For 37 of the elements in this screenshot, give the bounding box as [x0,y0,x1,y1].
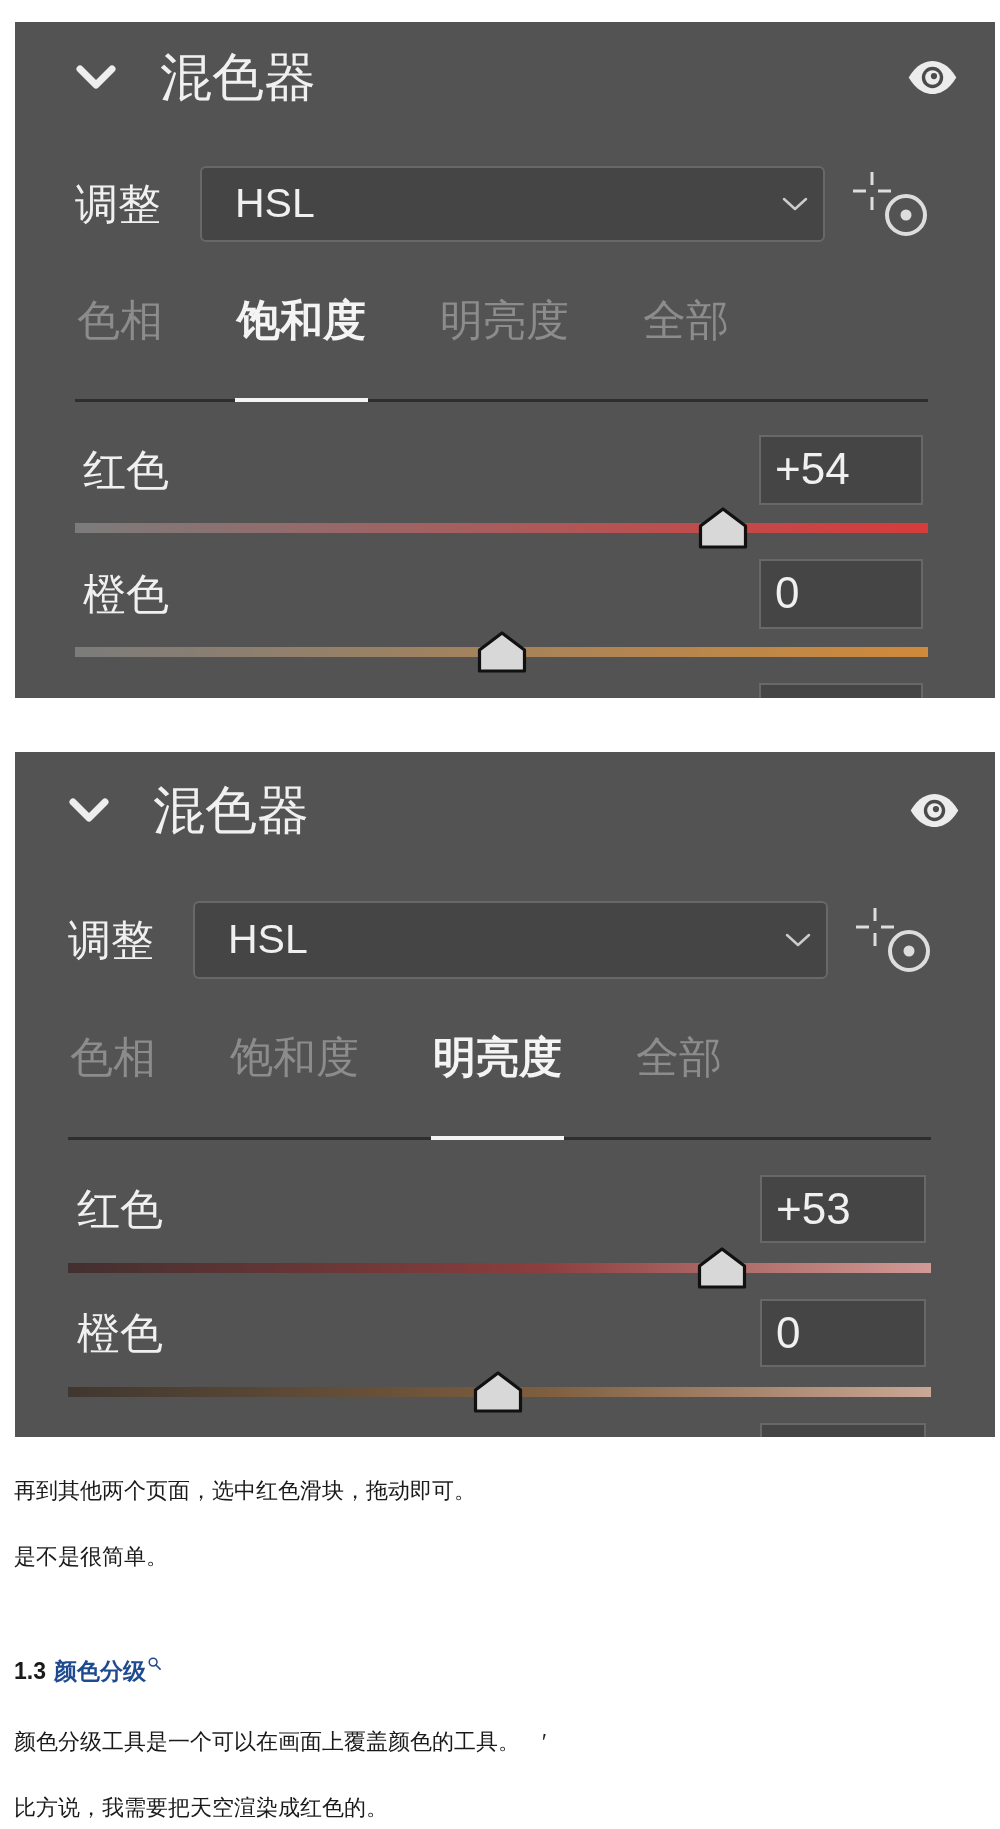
search-icon [148,1657,161,1670]
caret-down-icon [784,932,812,948]
adjust-label: 调整 [75,179,161,230]
slider-thumb[interactable] [696,1246,748,1290]
value-field[interactable] [760,1423,926,1437]
paragraph: 比方说，我需要把天空渲染成红色的。 [14,1794,389,1822]
chevron-down-icon[interactable] [75,64,117,90]
tab[interactable]: 明亮度 [431,1031,564,1140]
adjust-dropdown[interactable]: HSL [200,166,825,242]
value-field[interactable] [759,683,923,698]
eye-icon[interactable] [907,59,958,95]
value-field[interactable]: 0 [760,1299,926,1367]
eye-icon[interactable] [909,792,960,828]
value-field[interactable]: +53 [760,1175,926,1243]
crosshair-target-icon[interactable] [856,907,931,973]
caret-down-icon [781,196,809,212]
crosshair-target-icon[interactable] [853,171,928,237]
paragraph: 再到其他两个页面，选中红色滑块，拖动即可。 [14,1477,477,1505]
panel-title: 混色器 [160,47,316,108]
chevron-down-icon[interactable] [68,797,110,823]
slider-label: 橙色 [82,569,169,620]
slider-thumb[interactable] [472,1370,524,1414]
value-field[interactable]: 0 [759,559,923,629]
adjust-label: 调整 [68,915,154,966]
slider-label: 红色 [76,1184,163,1235]
paragraph: 颜色分级工具是一个可以在画面上覆盖颜色的工具。 ′ [14,1728,548,1756]
tab[interactable]: 饱和度 [235,294,368,402]
slider-thumb[interactable] [697,506,749,550]
slider-thumb[interactable] [476,630,527,674]
adjust-dropdown[interactable]: HSL [193,901,828,979]
keyword-link[interactable]: 颜色分级 [54,1658,161,1684]
panel-title: 混色器 [153,780,309,841]
slider-label: 橙色 [76,1308,163,1359]
slider-label: 红色 [82,445,169,496]
value-field[interactable]: +54 [759,435,923,505]
paragraph: 是不是很简单。 [14,1543,169,1571]
section-number: 1.3 [14,1658,46,1684]
